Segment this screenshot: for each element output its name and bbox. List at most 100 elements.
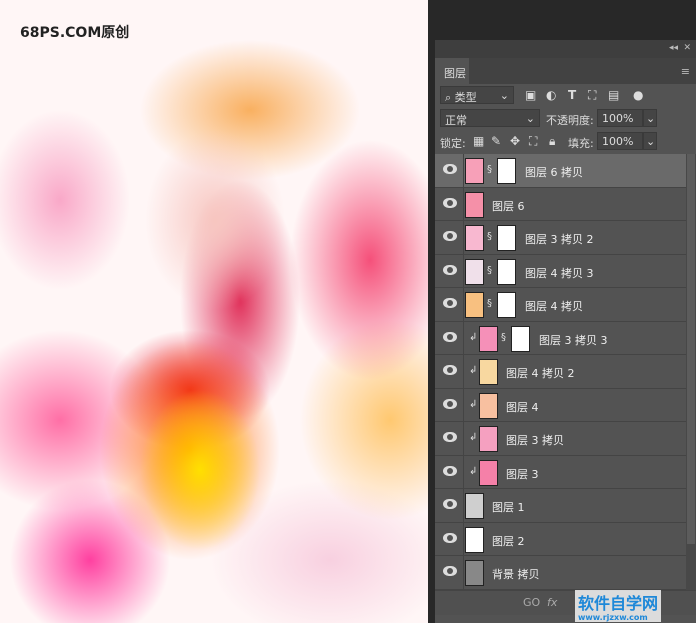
- layer-mask-thumbnail[interactable]: [511, 325, 530, 352]
- lock-label: 锁定:: [440, 137, 466, 150]
- layer-thumbnail[interactable]: [465, 526, 484, 553]
- opacity-input[interactable]: 100%: [597, 109, 643, 127]
- layer-mask-thumbnail[interactable]: [497, 258, 516, 285]
- visibility-eye-icon[interactable]: [443, 398, 457, 409]
- document-canvas[interactable]: 68PS.COM原创: [0, 0, 428, 623]
- clipping-arrow-icon: ↲: [469, 331, 478, 343]
- visibility-eye-icon[interactable]: [443, 532, 457, 543]
- layer-name[interactable]: 图层 4 拷贝 2: [506, 365, 575, 381]
- layer-row[interactable]: § 图层 3 拷贝 2: [435, 221, 686, 255]
- layer-thumbnail[interactable]: [465, 158, 484, 184]
- layer-thumbnail[interactable]: [479, 426, 498, 452]
- tab-layers[interactable]: 图层: [435, 58, 469, 84]
- layer-name[interactable]: 图层 3 拷贝: [506, 432, 564, 448]
- layer-thumbnail[interactable]: [479, 392, 498, 419]
- lock-transparent-icon[interactable]: ▦: [473, 134, 484, 148]
- visibility-eye-icon[interactable]: [443, 566, 457, 576]
- layer-name[interactable]: 图层 6: [492, 198, 525, 214]
- layer-name[interactable]: 图层 4 拷贝: [525, 298, 583, 314]
- close-icon[interactable]: ✕: [683, 43, 691, 53]
- shape-filter-icon[interactable]: ⛶: [588, 88, 596, 103]
- divider: [463, 355, 464, 388]
- chain-link-icon[interactable]: §: [501, 332, 506, 343]
- chain-link-icon[interactable]: §: [487, 231, 492, 242]
- layer-row[interactable]: § 图层 6 拷贝: [435, 154, 686, 188]
- fill-label: 填充:: [568, 137, 594, 150]
- layer-thumbnail[interactable]: [479, 459, 498, 486]
- lock-paint-icon[interactable]: ✎: [491, 134, 501, 148]
- visibility-eye-icon[interactable]: [443, 298, 457, 308]
- layer-name[interactable]: 图层 2: [492, 533, 525, 549]
- layer-row[interactable]: ↲ 图层 3: [435, 455, 686, 489]
- layer-thumbnail[interactable]: [479, 359, 498, 385]
- collapse-icon[interactable]: ◂◂: [669, 43, 678, 53]
- filter-type-select[interactable]: ⌕ 类型 ⌄: [440, 86, 514, 104]
- layer-thumbnail[interactable]: [465, 191, 484, 218]
- layer-mask-thumbnail[interactable]: [497, 225, 516, 251]
- layer-name[interactable]: 图层 6 拷贝: [525, 164, 583, 180]
- chain-link-icon[interactable]: §: [487, 265, 492, 276]
- visibility-eye-icon[interactable]: [443, 499, 457, 509]
- layer-name[interactable]: 图层 4: [506, 399, 539, 415]
- layer-row[interactable]: ↲ 图层 4: [435, 388, 686, 422]
- visibility-eye-icon[interactable]: [443, 231, 457, 241]
- type-filter-icon[interactable]: T: [568, 88, 576, 102]
- layer-row[interactable]: § 图层 4 拷贝: [435, 288, 686, 322]
- divider: [463, 254, 464, 287]
- layer-row[interactable]: 图层 1: [435, 489, 686, 523]
- lock-all-icon[interactable]: 🔒︎: [549, 134, 555, 149]
- clipping-arrow-icon: ↲: [469, 465, 478, 477]
- panel-menu-icon[interactable]: ≡: [681, 65, 690, 78]
- layers-scrollbar[interactable]: [686, 154, 696, 590]
- layer-thumbnail[interactable]: [465, 493, 484, 519]
- lock-artboard-icon[interactable]: ⛶: [529, 134, 537, 149]
- chain-link-icon[interactable]: §: [487, 164, 492, 175]
- visibility-eye-icon[interactable]: [443, 331, 457, 342]
- layer-name[interactable]: 图层 4 拷贝 3: [525, 265, 594, 281]
- layer-row[interactable]: 图层 2: [435, 522, 686, 556]
- layer-row[interactable]: 背景 拷贝: [435, 556, 686, 590]
- blend-mode-select[interactable]: 正常 ⌄: [440, 109, 540, 127]
- layer-name[interactable]: 图层 1: [492, 499, 525, 515]
- layer-row[interactable]: 图层 6: [435, 187, 686, 221]
- visibility-eye-icon[interactable]: [443, 197, 457, 208]
- divider: [463, 522, 464, 555]
- layer-thumbnail[interactable]: [479, 325, 498, 352]
- layer-row[interactable]: ↲ 图层 4 拷贝 2: [435, 355, 686, 389]
- layer-name[interactable]: 图层 3 拷贝 2: [525, 231, 594, 247]
- layer-name[interactable]: 图层 3: [506, 466, 539, 482]
- layer-thumbnail[interactable]: [465, 560, 484, 586]
- chain-link-icon[interactable]: §: [487, 298, 492, 309]
- divider: [463, 288, 464, 321]
- link-layers-button[interactable]: GO: [523, 596, 540, 609]
- watermark-site: 软件自学网 www.rjzxw.com: [575, 590, 662, 622]
- layer-mask-thumbnail[interactable]: [497, 292, 516, 318]
- image-filter-icon[interactable]: ▣: [525, 88, 536, 102]
- visibility-eye-icon[interactable]: [443, 264, 457, 275]
- filter-toggle[interactable]: ●: [633, 88, 643, 102]
- layers-panel: ◂◂ ✕ 图层 ≡ ⌕ 类型 ⌄ ▣ ◐ T ⛶ ▤ ● 正常 ⌄ 不透明度: 10…: [435, 40, 696, 623]
- smart-object-filter-icon[interactable]: ▤: [608, 88, 619, 102]
- layer-row[interactable]: § 图层 4 拷贝 3: [435, 254, 686, 288]
- fill-dropdown[interactable]: ⌄: [643, 132, 657, 150]
- layer-row[interactable]: ↲ 图层 3 拷贝: [435, 422, 686, 456]
- adjustment-filter-icon[interactable]: ◐: [546, 88, 556, 102]
- watermark-logo: 68PS.COM原创: [20, 25, 130, 41]
- layer-thumbnail[interactable]: [465, 258, 484, 285]
- lock-position-icon[interactable]: ✥: [510, 134, 520, 148]
- layer-row[interactable]: ↲ § 图层 3 拷贝 3: [435, 321, 686, 355]
- layer-thumbnail[interactable]: [465, 292, 484, 318]
- fx-button[interactable]: fx: [547, 596, 557, 609]
- layer-thumbnail[interactable]: [465, 225, 484, 251]
- visibility-eye-icon[interactable]: [443, 465, 457, 476]
- divider: [463, 556, 464, 589]
- layer-name[interactable]: 图层 3 拷贝 3: [539, 332, 608, 348]
- divider: [463, 388, 464, 421]
- layer-name[interactable]: 背景 拷贝: [492, 566, 540, 582]
- visibility-eye-icon[interactable]: [443, 432, 457, 442]
- opacity-dropdown[interactable]: ⌄: [643, 109, 657, 127]
- layer-mask-thumbnail[interactable]: [497, 158, 516, 184]
- fill-input[interactable]: 100%: [597, 132, 643, 150]
- visibility-eye-icon[interactable]: [443, 365, 457, 375]
- visibility-eye-icon[interactable]: [443, 164, 457, 174]
